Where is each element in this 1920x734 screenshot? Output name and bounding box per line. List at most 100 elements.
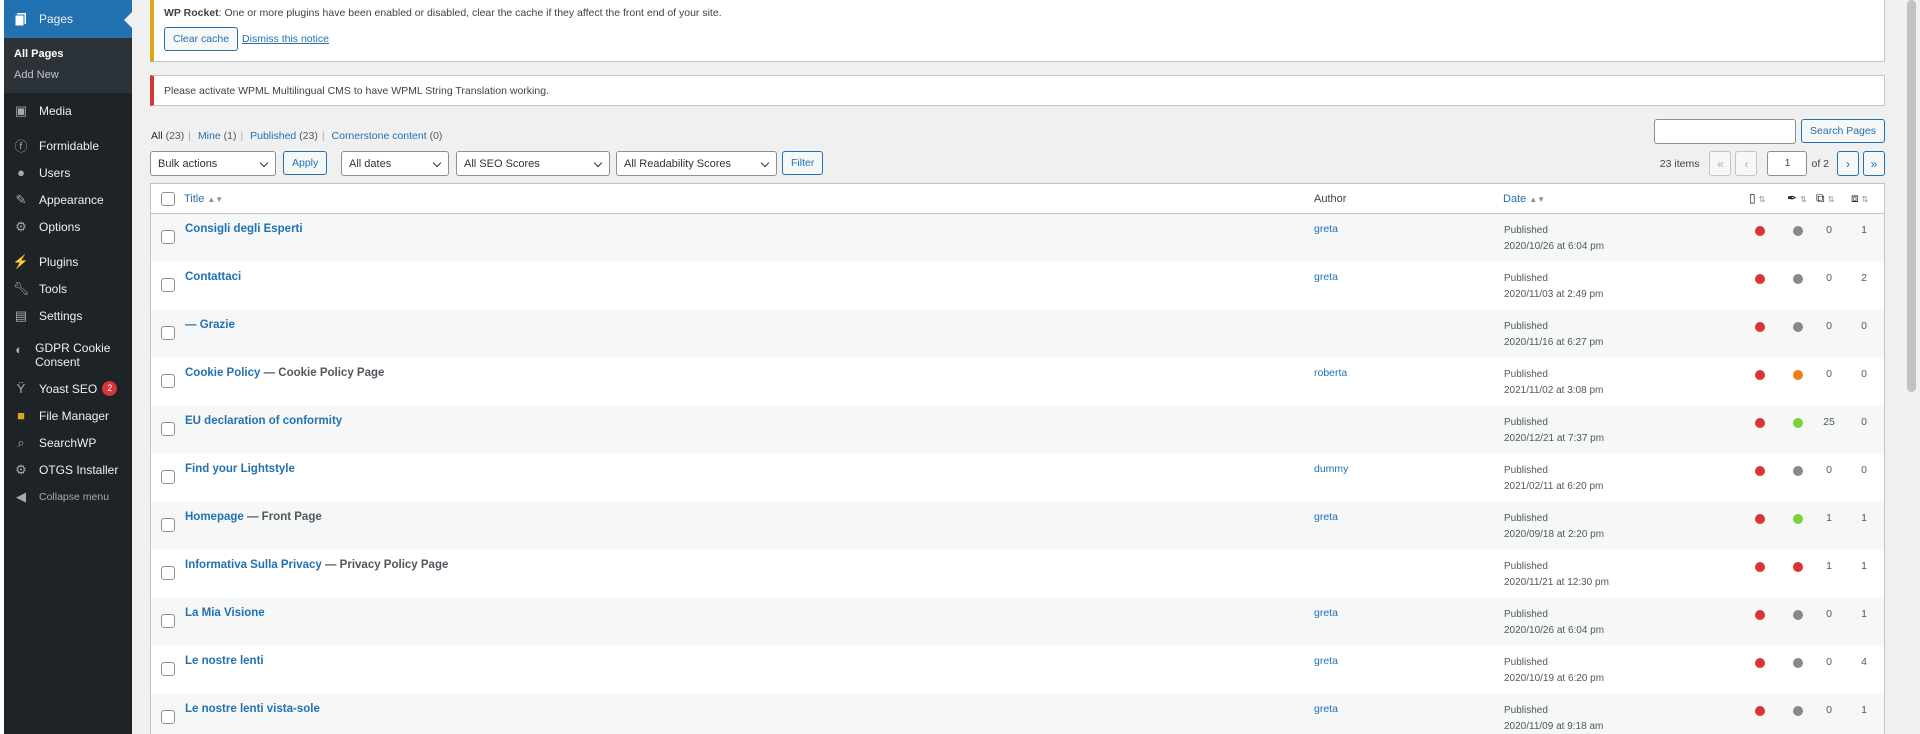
readability-score-dot <box>1793 466 1803 476</box>
column-date[interactable]: Date ▲▼ <box>1503 193 1545 205</box>
menu-plugins[interactable]: ⚡ Plugins <box>4 248 132 275</box>
row-checkbox[interactable] <box>161 566 175 580</box>
page-state: — Cookie Policy Page <box>260 367 385 379</box>
publish-status: Published <box>1504 705 1548 716</box>
seo-score-dot <box>1755 514 1765 524</box>
cookie-icon: ◐ <box>15 341 23 357</box>
row-checkbox[interactable] <box>161 422 175 436</box>
page-title-link[interactable]: Informativa Sulla Privacy <box>185 559 322 571</box>
date-cell: Published 2020/10/26 at 6:04 pm <box>1504 223 1604 255</box>
menu-media[interactable]: ▣ Media <box>4 97 132 124</box>
menu-yoast-seo[interactable]: Ÿ Yoast SEO 2 <box>4 375 132 402</box>
page-title-cell: Homepage — Front Page <box>185 511 322 523</box>
search-input[interactable] <box>1654 119 1797 144</box>
author-link[interactable]: greta <box>1314 703 1338 715</box>
author-link[interactable]: greta <box>1314 607 1338 619</box>
page-title-link[interactable]: Find your Lightstyle <box>185 463 295 475</box>
seo-score-dot <box>1755 274 1765 284</box>
column-title[interactable]: Title ▲▼ <box>184 193 223 205</box>
table-row: EU declaration of conformity Published 202… <box>151 406 1884 454</box>
author-link[interactable]: dummy <box>1314 463 1348 475</box>
menu-formidable[interactable]: ⓕ Formidable <box>4 132 132 159</box>
scrollbar-thumb[interactable] <box>1907 0 1916 392</box>
bulk-actions-select[interactable]: Bulk actions <box>150 151 276 176</box>
menu-tools[interactable]: 🔧︎ Tools <box>4 275 132 302</box>
wrench-icon: 🔧︎ <box>12 280 30 296</box>
pages-submenu: All Pages Add New <box>4 38 132 93</box>
row-checkbox[interactable] <box>161 662 175 676</box>
page-title-link[interactable]: La Mia Visione <box>185 607 265 619</box>
row-checkbox[interactable] <box>161 710 175 724</box>
seo-score-column-icon[interactable]: ▯ ⇅ <box>1749 191 1765 205</box>
page-title-cell: Informativa Sulla Privacy — Privacy Poli… <box>185 559 448 571</box>
collapse-menu-button[interactable]: ◀ Collapse menu <box>4 483 132 510</box>
menu-appearance-label: Appearance <box>39 192 104 207</box>
row-checkbox[interactable] <box>161 518 175 532</box>
submenu-all-pages[interactable]: All Pages <box>4 44 132 65</box>
author-link[interactable]: greta <box>1314 655 1338 667</box>
page-title-link[interactable]: EU declaration of conformity <box>185 415 342 427</box>
page-title-link[interactable]: Contattaci <box>185 271 241 283</box>
menu-appearance[interactable]: ✎ Appearance <box>4 186 132 213</box>
date-filter-select[interactable]: All dates <box>341 151 449 176</box>
clear-cache-button[interactable]: Clear cache <box>164 27 239 51</box>
author-link[interactable]: greta <box>1314 271 1338 283</box>
table-row: Le nostre lenti greta Published 2020/10/19 … <box>151 646 1884 694</box>
page-title-link[interactable]: Consigli degli Esperti <box>185 223 303 235</box>
page-title-link[interactable]: Le nostre lenti <box>185 655 264 667</box>
row-checkbox[interactable] <box>161 470 175 484</box>
menu-pages[interactable]: Pages <box>4 0 132 38</box>
page-title-link[interactable]: Cookie Policy <box>185 367 260 379</box>
menu-otgs-installer[interactable]: ⚙ OTGS Installer <box>4 456 132 483</box>
page-title-link[interactable]: Le nostre lenti vista-sole <box>185 703 320 715</box>
readability-filter-select[interactable]: All Readability Scores <box>616 151 777 176</box>
page-scrollbar[interactable] <box>1903 0 1920 734</box>
author-link[interactable]: roberta <box>1314 367 1347 379</box>
wp-rocket-notice: WP Rocket: One or more plugins have been… <box>150 0 1885 62</box>
collapse-menu-label: Collapse menu <box>39 490 110 503</box>
row-checkbox[interactable] <box>161 374 175 388</box>
view-published[interactable]: Published (23) <box>250 130 318 142</box>
row-checkbox[interactable] <box>161 614 175 628</box>
formidable-icon: ⓕ <box>14 139 28 154</box>
search-pages-button[interactable]: Search Pages <box>1801 119 1885 143</box>
submenu-add-new[interactable]: Add New <box>4 65 132 86</box>
current-page-input[interactable]: 1 <box>1767 151 1808 176</box>
incoming-links-count: 1 <box>1861 512 1867 524</box>
row-checkbox[interactable] <box>161 326 175 340</box>
filter-button[interactable]: Filter <box>782 151 824 175</box>
menu-options[interactable]: ⚙ Options <box>4 213 132 240</box>
outgoing-links-count: 1 <box>1826 560 1832 572</box>
outgoing-links-count: 0 <box>1826 224 1832 236</box>
menu-settings[interactable]: ▤ Settings <box>4 302 132 329</box>
view-all[interactable]: All (23) <box>151 130 184 142</box>
menu-gdpr-cookie-consent[interactable]: ◐ GDPR Cookie Consent <box>4 337 132 375</box>
view-mine[interactable]: Mine (1) <box>198 130 237 142</box>
page-title-cell: Le nostre lenti <box>185 655 264 667</box>
menu-file-manager[interactable]: ■ File Manager <box>4 402 132 429</box>
menu-users[interactable]: ● Users <box>4 159 132 186</box>
seo-score-filter-select[interactable]: All SEO Scores <box>456 151 610 176</box>
author-link[interactable]: greta <box>1314 223 1338 235</box>
dismiss-notice-link[interactable]: Dismiss this notice <box>242 33 329 45</box>
date-cell: Published 2020/10/19 at 6:20 pm <box>1504 655 1604 687</box>
author-link[interactable]: greta <box>1314 511 1338 523</box>
search-box: Search Pages <box>1654 119 1885 144</box>
last-page-button[interactable]: » <box>1863 151 1885 176</box>
incoming-links-count: 0 <box>1861 464 1867 476</box>
readability-column-icon[interactable]: ✒ ⇅ <box>1787 191 1807 205</box>
page-title-cell: Find your Lightstyle <box>185 463 295 475</box>
menu-searchwp[interactable]: ⌕ SearchWP <box>4 429 132 456</box>
menu-formidable-label: Formidable <box>39 138 100 153</box>
row-checkbox[interactable] <box>161 230 175 244</box>
outgoing-links-column-icon[interactable]: ⧉ ⇅ <box>1816 191 1834 206</box>
row-checkbox[interactable] <box>161 278 175 292</box>
apply-button[interactable]: Apply <box>283 151 328 175</box>
next-page-button[interactable]: › <box>1837 151 1859 176</box>
page-title-link[interactable]: — Grazie <box>185 319 235 331</box>
incoming-links-column-icon[interactable]: ⧈ ⇅ <box>1851 191 1868 206</box>
select-all-checkbox[interactable] <box>161 192 175 206</box>
view-cornerstone[interactable]: Cornerstone content (0) <box>332 130 443 142</box>
page-title-link[interactable]: Homepage <box>185 511 244 523</box>
outgoing-links-count: 0 <box>1826 368 1832 380</box>
